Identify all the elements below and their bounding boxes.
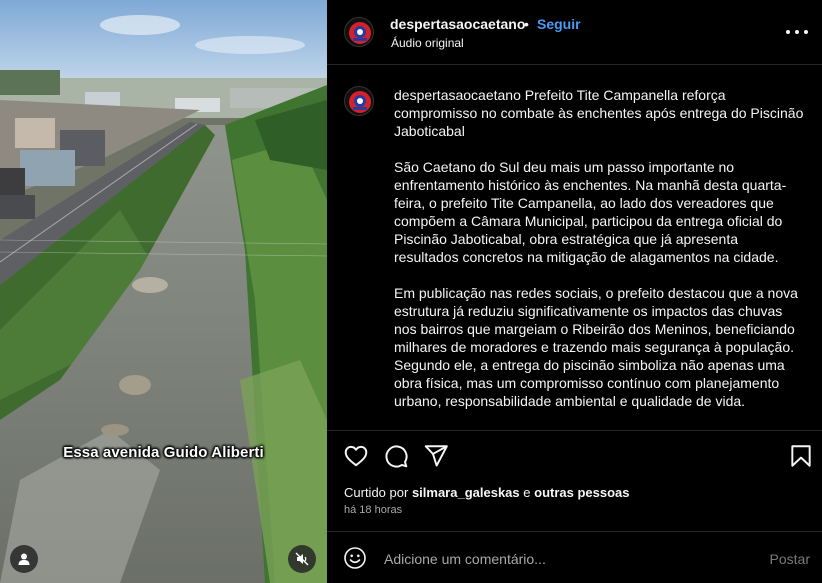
likes-others-link[interactable]: outras pessoas [534, 485, 629, 500]
author-username[interactable]: despertasaocaetano [390, 16, 525, 32]
liked-by-user[interactable]: silmara_galeskas [412, 485, 520, 500]
post-timestamp[interactable]: há 18 horas [344, 504, 402, 516]
post-caption: despertasaocaetano Prefeito Tite Campane… [394, 86, 806, 428]
share-icon [424, 445, 448, 467]
caption-paragraph: despertasaocaetano Prefeito Tite Campane… [394, 86, 806, 140]
mute-icon [295, 552, 309, 566]
video-frame [0, 0, 327, 583]
post-header: despertasaocaetano • Seguir Áudio origin… [327, 0, 822, 65]
emoji-button[interactable] [343, 546, 367, 570]
brand-logo-icon [349, 22, 371, 44]
comment-icon [385, 445, 408, 468]
heart-icon [344, 445, 368, 467]
follow-button[interactable]: Seguir [537, 16, 581, 32]
save-button[interactable] [788, 443, 814, 469]
header-separator: • [524, 16, 529, 32]
more-icon-dot [804, 30, 808, 34]
author-avatar[interactable] [344, 17, 374, 47]
caption-author-avatar[interactable] [344, 86, 374, 116]
action-bar [327, 430, 822, 478]
caption-paragraph: Em publicação nas redes sociais, o prefe… [394, 285, 798, 409]
share-button[interactable] [423, 443, 449, 469]
more-options-button[interactable] [786, 22, 808, 42]
audio-label[interactable]: Áudio original [391, 36, 464, 50]
post-sidebar: despertasaocaetano • Seguir Áudio origin… [327, 0, 822, 583]
user-tag-button[interactable] [10, 545, 38, 573]
video-player[interactable]: Essa avenida Guido Aliberti [0, 0, 327, 583]
mute-button[interactable] [288, 545, 316, 573]
like-button[interactable] [343, 443, 369, 469]
emoji-icon [344, 547, 366, 569]
more-icon-dot [795, 30, 799, 34]
user-tag-icon [18, 553, 30, 565]
post-comment-button[interactable]: Postar [770, 551, 810, 567]
likes-prefix: Curtido por [344, 485, 409, 500]
video-caption-overlay: Essa avenida Guido Aliberti [63, 444, 264, 461]
bookmark-icon [791, 445, 811, 467]
comment-input[interactable] [384, 549, 744, 569]
comment-button[interactable] [383, 443, 409, 469]
more-icon [786, 30, 790, 34]
caption-paragraph: São Caetano do Sul deu mais um passo imp… [394, 159, 787, 265]
caption-author[interactable]: despertasaocaetano [394, 87, 521, 103]
comment-bar: Postar [327, 531, 822, 583]
brand-logo-icon [349, 91, 371, 113]
likes-summary: Curtido por silmara_galeskas e outras pe… [344, 485, 630, 500]
likes-connector: e [523, 485, 531, 500]
